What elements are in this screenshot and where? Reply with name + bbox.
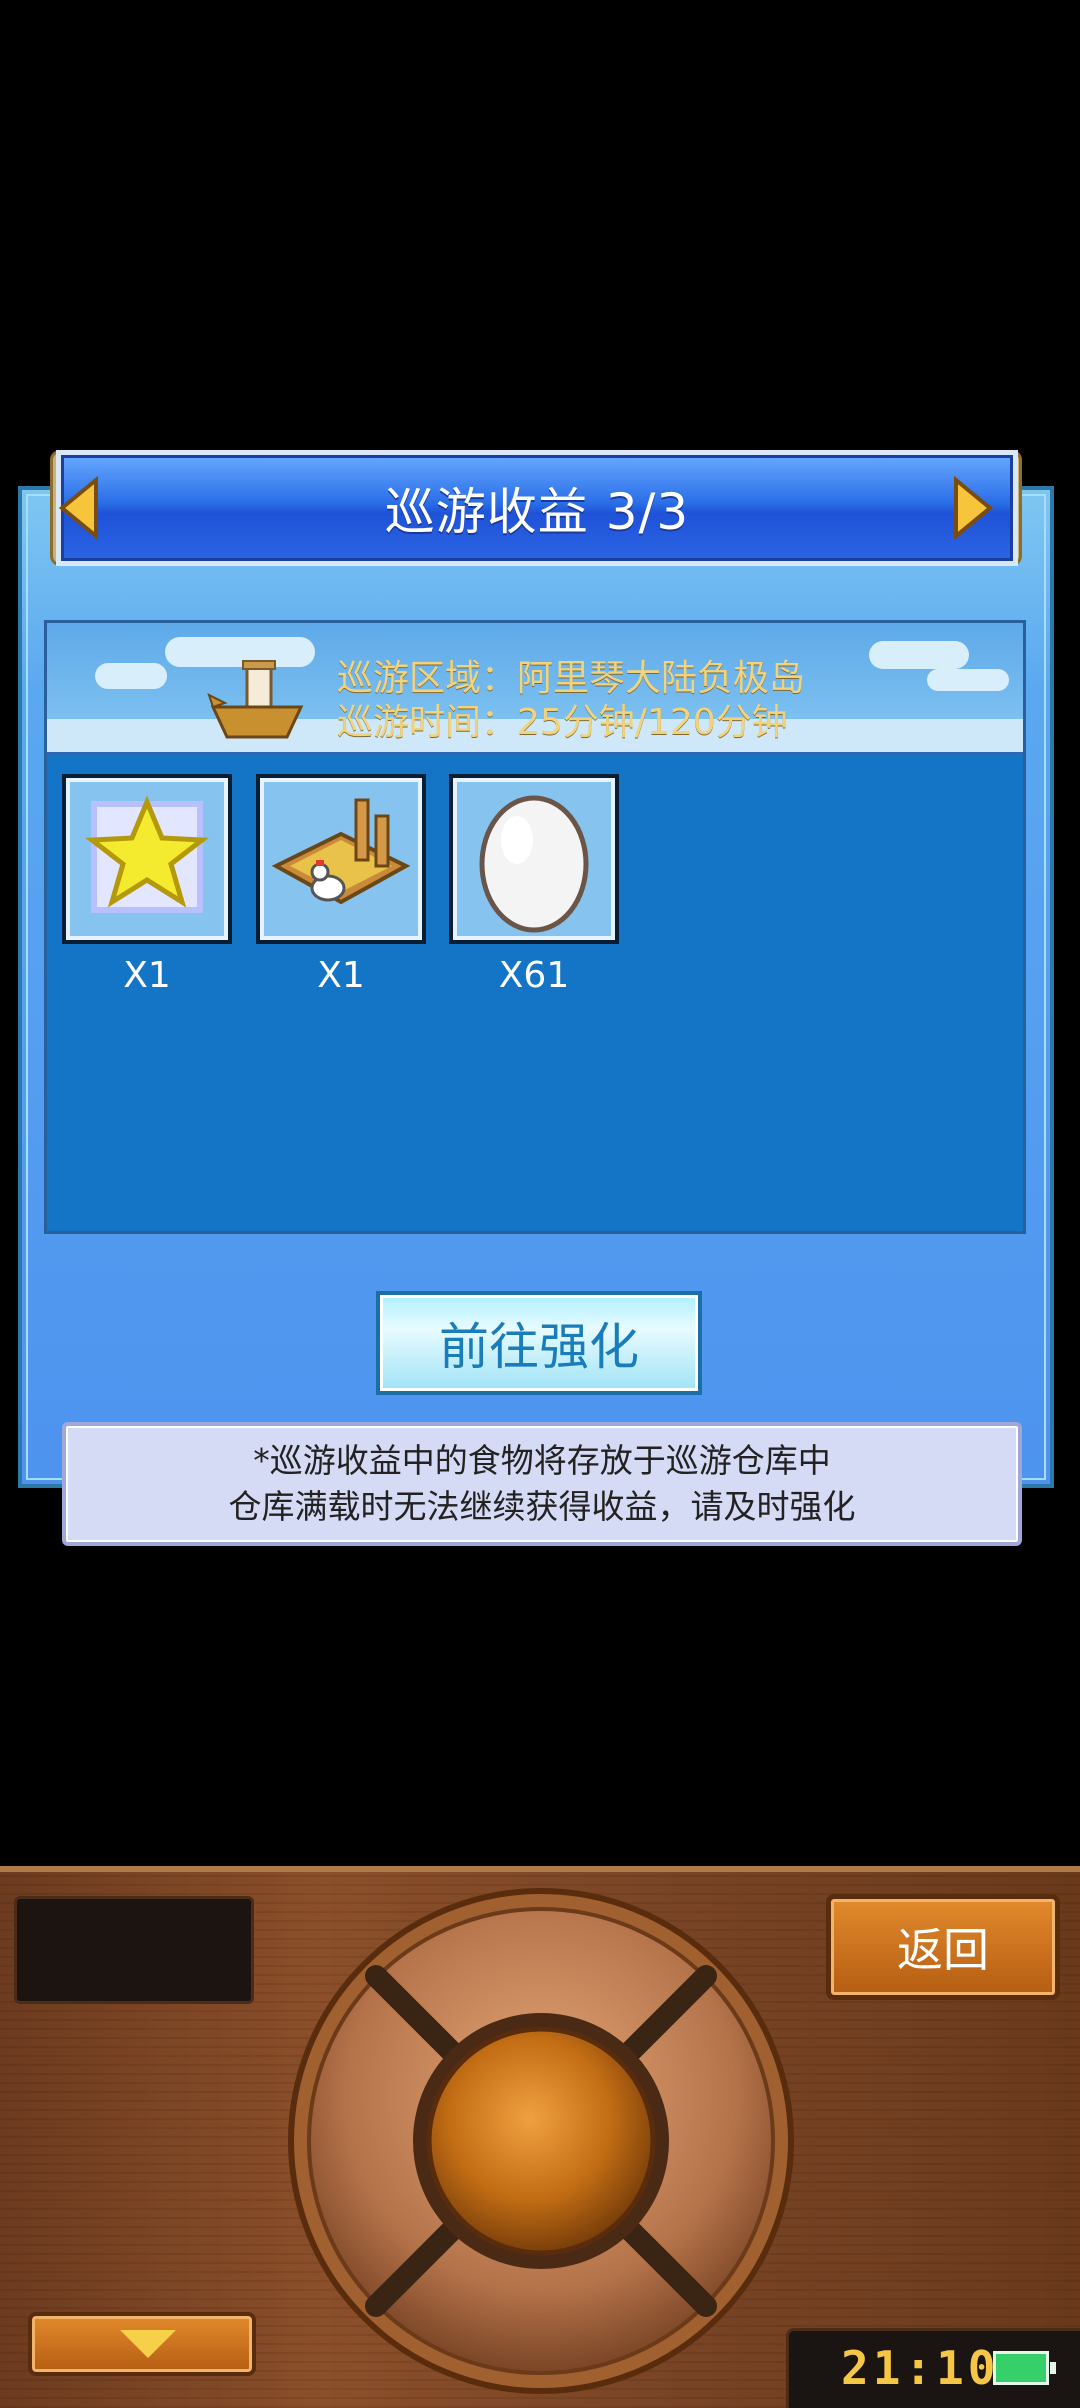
go-upgrade-button[interactable]: 前往强化 bbox=[376, 1291, 702, 1395]
star-icon bbox=[85, 795, 209, 913]
status-clock-box: 21:10 bbox=[786, 2328, 1080, 2408]
mini-screen bbox=[14, 1896, 254, 2004]
dialog-title-bar: 巡游收益 3/3 bbox=[56, 450, 1018, 566]
chicken-coop-icon bbox=[271, 798, 411, 905]
cruise-ship-icon bbox=[207, 660, 304, 739]
clock-time: 21:10 bbox=[841, 2341, 1000, 2395]
reward-count: X1 bbox=[123, 955, 171, 996]
back-button[interactable]: 返回 bbox=[826, 1894, 1060, 2000]
reward-item[interactable] bbox=[62, 774, 232, 944]
reward-count: X61 bbox=[498, 955, 570, 996]
cruise-time-text: 巡游时间：25分钟/120分钟 bbox=[337, 702, 788, 743]
reward-count: X1 bbox=[317, 955, 365, 996]
storage-notice: *巡游收益中的食物将存放于巡游仓库中 仓库满载时无法继续获得收益，请及时强化 bbox=[62, 1422, 1022, 1546]
next-page-arrow-icon[interactable] bbox=[950, 476, 996, 540]
cruise-info-banner: 巡游区域：阿里琴大陆负极岛 巡游时间：25分钟/120分钟 bbox=[47, 623, 1023, 755]
reward-item[interactable] bbox=[256, 774, 426, 944]
battery-icon bbox=[993, 2351, 1056, 2385]
chevron-down-icon bbox=[120, 2330, 176, 2358]
collapse-down-button[interactable] bbox=[28, 2312, 256, 2376]
dialog-title: 巡游收益 3/3 bbox=[384, 483, 690, 541]
egg-icon bbox=[479, 795, 589, 933]
notice-line-1: *巡游收益中的食物将存放于巡游仓库中 bbox=[253, 1441, 831, 1480]
reward-item[interactable] bbox=[449, 774, 619, 944]
notice-line-2: 仓库满载时无法继续获得收益，请及时强化 bbox=[228, 1487, 856, 1526]
prev-page-arrow-icon[interactable] bbox=[56, 476, 102, 540]
directional-pad[interactable] bbox=[286, 1886, 796, 2396]
